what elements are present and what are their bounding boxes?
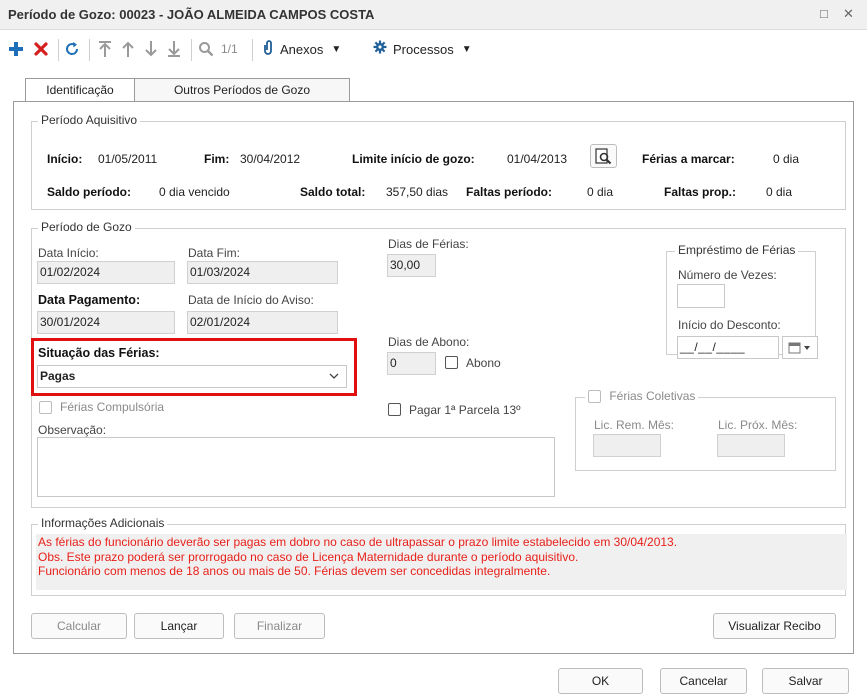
anexos-label: Anexos [280, 41, 324, 57]
toolbar-separator [58, 39, 59, 61]
toolbar-separator [191, 39, 192, 61]
tab-outros-periodos[interactable]: Outros Períodos de Gozo [134, 78, 350, 102]
data-inicio-label: Data Início: [38, 246, 99, 260]
periodo-gozo-legend: Período de Gozo [38, 220, 135, 234]
abono-label: Abono [466, 356, 501, 370]
toolbar-separator [252, 39, 253, 61]
situacao-value: Pagas [40, 369, 76, 383]
tab-identificacao[interactable]: Identificação [25, 78, 135, 102]
caret-down-icon: ▼ [331, 43, 342, 55]
ok-button[interactable]: OK [558, 668, 643, 694]
lancar-button[interactable]: Lançar [134, 613, 224, 639]
delete-icon[interactable] [33, 39, 49, 59]
faltas-prop-value: 0 dia [766, 185, 793, 199]
toolbar-separator [89, 39, 90, 61]
lic-rem-label: Lic. Rem. Mês: [594, 418, 675, 432]
close-icon[interactable]: ✕ [843, 6, 854, 22]
up-icon[interactable] [120, 39, 136, 59]
faltas-periodo-label: Faltas período: [466, 185, 553, 199]
abono-checkbox[interactable] [445, 356, 458, 369]
numero-vezes-label: Número de Vezes: [678, 268, 777, 282]
faltas-periodo-value: 0 dia [587, 185, 614, 199]
data-pagamento-field[interactable]: 30/01/2024 [37, 311, 175, 334]
toolbar: 1/1 Anexos ▼ Processos ▼ [0, 31, 867, 67]
calendar-dropdown-button[interactable] [782, 336, 818, 359]
ferias-marcar-value: 0 dia [773, 152, 800, 166]
numero-vezes-input[interactable] [677, 284, 725, 308]
down-icon[interactable] [143, 39, 159, 59]
ferias-coletivas-header: Férias Coletivas [585, 389, 699, 404]
calcular-button[interactable]: Calcular [31, 613, 127, 639]
pagination-indicator: 1/1 [221, 42, 238, 56]
saldo-periodo-value: 0 dia vencido [159, 185, 230, 199]
ferias-coletivas-label: Férias Coletivas [609, 389, 696, 403]
data-inicio-field[interactable]: 01/02/2024 [37, 261, 175, 284]
saldo-total-value: 357,50 dias [386, 185, 449, 199]
salvar-button[interactable]: Salvar [762, 668, 849, 694]
anexos-menu[interactable]: Anexos ▼ [262, 39, 341, 59]
informacoes-legend: Informações Adicionais [38, 516, 168, 530]
lic-prox-field[interactable] [717, 434, 785, 457]
limite-label: Limite início de gozo: [352, 152, 475, 166]
window-title: Período de Gozo: 00023 - JOÃO ALMEIDA CA… [8, 7, 375, 22]
limite-value: 01/04/2013 [507, 152, 568, 166]
situacao-label: Situação das Férias: [38, 346, 160, 360]
maximize-icon[interactable]: □ [820, 6, 828, 21]
saldo-total-label: Saldo total: [300, 185, 366, 199]
info-line: Obs. Este prazo poderá ser prorrogado no… [38, 549, 579, 564]
data-pagamento-label: Data Pagamento: [38, 293, 141, 307]
first-icon[interactable] [97, 39, 113, 59]
inicio-value: 01/05/2011 [98, 152, 158, 166]
processos-label: Processos [393, 41, 454, 57]
dias-abono-field[interactable]: 0 [387, 352, 436, 375]
emprestimo-legend: Empréstimo de Férias [675, 243, 799, 257]
visualizar-recibo-button[interactable]: Visualizar Recibo [713, 613, 836, 639]
ferias-compulsoria-label: Férias Compulsória [60, 400, 165, 414]
ferias-coletivas-checkbox[interactable] [588, 390, 601, 404]
ferias-compulsoria-checkbox[interactable] [39, 401, 52, 414]
processos-menu[interactable]: Processos ▼ [373, 39, 472, 59]
informacoes-message: As férias do funcionário deverão ser pag… [36, 534, 847, 590]
data-aviso-field[interactable]: 02/01/2024 [187, 311, 338, 334]
situacao-select[interactable]: Pagas [37, 365, 347, 388]
faltas-prop-label: Faltas prop.: [664, 185, 737, 199]
last-icon[interactable] [166, 39, 182, 59]
observacao-label: Observação: [38, 423, 107, 437]
calendar-icon [788, 342, 810, 354]
data-fim-field[interactable]: 01/03/2024 [187, 261, 338, 284]
saldo-periodo-label: Saldo período: [47, 185, 131, 199]
info-line: Funcionário com menos de 18 anos ou mais… [38, 564, 551, 578]
refresh-icon[interactable] [64, 39, 80, 59]
fim-value: 30/04/2012 [240, 152, 301, 166]
plus-icon[interactable] [8, 39, 24, 59]
lic-rem-field[interactable] [593, 434, 661, 457]
inicio-label: Início: [47, 152, 83, 166]
ferias-marcar-label: Férias a marcar: [642, 152, 735, 166]
inicio-desconto-label: Início do Desconto: [678, 318, 781, 332]
attachment-icon [262, 39, 274, 59]
pagar-13-checkbox[interactable] [388, 403, 401, 416]
dias-abono-label: Dias de Abono: [388, 335, 470, 349]
search-icon[interactable] [198, 39, 214, 59]
cancelar-button[interactable]: Cancelar [660, 668, 747, 694]
title-bar: Período de Gozo: 00023 - JOÃO ALMEIDA CA… [0, 0, 867, 30]
gear-icon [373, 40, 387, 58]
data-fim-label: Data Fim: [188, 246, 241, 260]
finalizar-button[interactable]: Finalizar [234, 613, 325, 639]
fim-label: Fim: [204, 152, 230, 166]
observacao-textarea[interactable] [37, 437, 555, 497]
data-aviso-label: Data de Início do Aviso: [188, 293, 314, 307]
dias-ferias-label: Dias de Férias: [388, 237, 469, 251]
preview-icon [595, 148, 612, 165]
pagar-13-label: Pagar 1ª Parcela 13º [409, 403, 521, 417]
inicio-desconto-input[interactable]: __/__/____ [677, 336, 779, 359]
caret-down-icon: ▼ [461, 43, 472, 55]
view-date-button[interactable] [590, 144, 617, 168]
dias-ferias-field[interactable]: 30,00 [387, 254, 436, 277]
info-line: As férias do funcionário deverão ser pag… [38, 535, 678, 549]
periodo-aquisitivo-legend: Período Aquisitivo [38, 113, 141, 127]
lic-prox-label: Lic. Próx. Mês: [718, 418, 798, 432]
chevron-down-icon [329, 373, 339, 379]
